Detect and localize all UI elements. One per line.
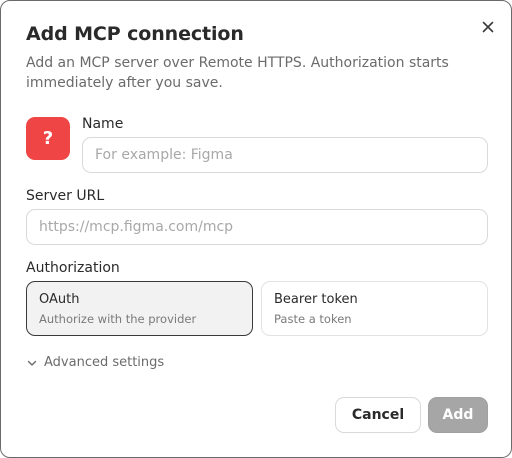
name-label: Name	[82, 116, 124, 132]
add-mcp-connection-dialog: Add MCP connection Add an MCP server ove…	[0, 0, 512, 458]
auth-option-description: Authorize with the provider	[39, 312, 197, 326]
close-button[interactable]	[479, 18, 497, 36]
auth-option-bearer-token[interactable]: Bearer token Paste a token	[261, 281, 488, 336]
auth-option-description: Paste a token	[274, 312, 352, 326]
auth-option-oauth[interactable]: OAuth Authorize with the provider	[26, 281, 253, 336]
question-mark-icon: ?	[26, 117, 70, 160]
name-input[interactable]	[82, 137, 488, 173]
chevron-down-icon	[27, 360, 37, 366]
authorization-label: Authorization	[26, 260, 120, 276]
advanced-settings-label: Advanced settings	[44, 355, 165, 370]
auth-option-title: OAuth	[39, 292, 80, 307]
advanced-settings-toggle[interactable]: Advanced settings	[26, 355, 164, 370]
add-button[interactable]: Add	[428, 397, 488, 433]
server-url-label: Server URL	[26, 188, 105, 204]
auth-option-title: Bearer token	[274, 292, 358, 307]
server-url-input[interactable]	[26, 209, 488, 245]
cancel-button[interactable]: Cancel	[335, 397, 421, 433]
dialog-subtitle: Add an MCP server over Remote HTTPS. Aut…	[26, 55, 449, 91]
close-icon	[482, 21, 494, 33]
dialog-title: Add MCP connection	[26, 23, 244, 45]
